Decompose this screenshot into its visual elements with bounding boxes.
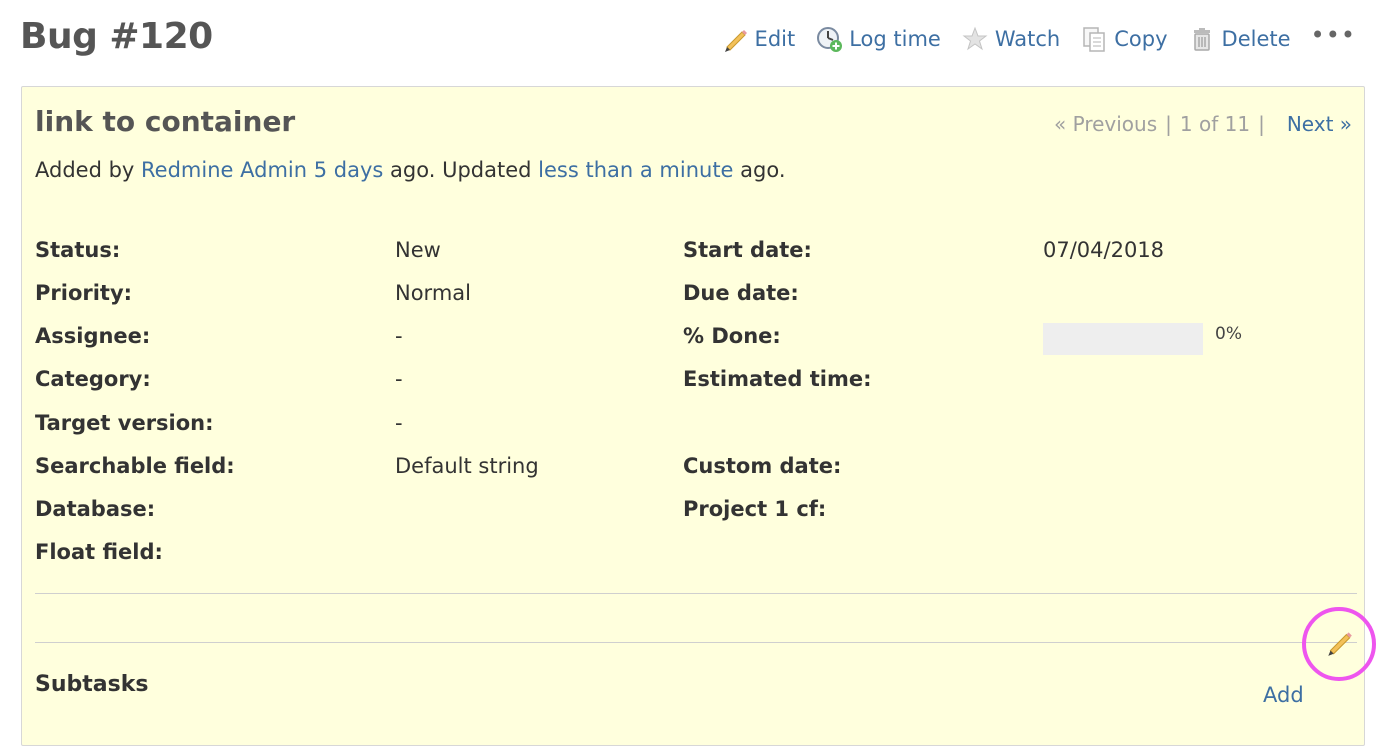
database-label: Database: xyxy=(35,497,156,521)
issue-pagination: « Previous | 1 of 11 | Next » xyxy=(1054,112,1352,136)
edit-button[interactable]: Edit xyxy=(721,25,796,53)
copy-icon xyxy=(1080,25,1108,53)
category-value: - xyxy=(395,367,403,391)
target-version-label: Target version: xyxy=(35,411,214,435)
start-date-label: Start date: xyxy=(683,238,812,262)
updated-time-link[interactable]: less than a minute xyxy=(538,158,733,182)
assignee-label: Assignee: xyxy=(35,324,151,348)
author-link[interactable]: Redmine Admin xyxy=(141,158,307,182)
next-link[interactable]: Next » xyxy=(1287,112,1352,136)
more-actions-button[interactable]: ••• xyxy=(1311,23,1356,55)
clock-add-icon xyxy=(815,25,843,53)
author-prefix: Added by xyxy=(35,158,135,182)
delete-button[interactable]: Delete xyxy=(1188,25,1291,53)
project-cf-label: Project 1 cf: xyxy=(683,497,827,521)
trash-icon xyxy=(1188,25,1216,53)
done-ratio-percent: 0% xyxy=(1215,324,1242,344)
pagination-separator: | xyxy=(1258,112,1265,136)
target-version-value: - xyxy=(395,411,403,435)
done-ratio-progress-bar xyxy=(1043,323,1203,355)
created-time-link[interactable]: 5 days xyxy=(314,158,384,182)
done-ratio-label: % Done: xyxy=(683,324,781,348)
pagination-position: 1 of 11 xyxy=(1179,112,1251,136)
category-label: Category: xyxy=(35,367,151,391)
copy-label: Copy xyxy=(1114,27,1168,51)
page-title: Bug #120 xyxy=(20,16,213,57)
priority-value: Normal xyxy=(395,281,471,305)
pagination-separator: | xyxy=(1165,112,1172,136)
assignee-value: - xyxy=(395,324,403,348)
float-field-label: Float field: xyxy=(35,540,163,564)
issue-details-box: link to container « Previous | 1 of 11 |… xyxy=(21,86,1376,746)
searchable-field-label: Searchable field: xyxy=(35,454,235,478)
add-subtask-link[interactable]: Add xyxy=(1263,683,1304,707)
status-value: New xyxy=(395,238,441,262)
author-line: Added by Redmine Admin 5 days ago. Updat… xyxy=(35,158,786,182)
edit-label: Edit xyxy=(754,27,796,51)
log-time-label: Log time xyxy=(849,27,941,51)
subtasks-title: Subtasks xyxy=(35,672,149,697)
pencil-icon xyxy=(721,25,749,53)
divider xyxy=(35,593,1357,594)
issue-subject: link to container xyxy=(35,105,296,138)
priority-label: Priority: xyxy=(35,281,133,305)
watch-label: Watch xyxy=(994,27,1061,51)
previous-link[interactable]: « Previous xyxy=(1054,112,1157,136)
star-icon xyxy=(961,25,989,53)
status-label: Status: xyxy=(35,238,121,262)
author-suffix-text: ago. xyxy=(740,158,786,182)
author-mid: ago. Updated xyxy=(390,158,532,182)
delete-label: Delete xyxy=(1221,27,1291,51)
issue-actions-toolbar: Edit Log time Watch Copy Delete ••• xyxy=(701,22,1356,56)
edit-description-button[interactable] xyxy=(1302,607,1376,681)
custom-date-label: Custom date: xyxy=(683,454,842,478)
searchable-field-value: Default string xyxy=(395,454,539,478)
pencil-icon xyxy=(1324,627,1354,661)
divider xyxy=(35,642,1357,643)
copy-button[interactable]: Copy xyxy=(1080,25,1168,53)
estimated-time-label: Estimated time: xyxy=(683,367,872,391)
log-time-button[interactable]: Log time xyxy=(815,25,941,53)
watch-button[interactable]: Watch xyxy=(961,25,1060,53)
due-date-label: Due date: xyxy=(683,281,799,305)
start-date-value: 07/04/2018 xyxy=(1043,238,1165,262)
